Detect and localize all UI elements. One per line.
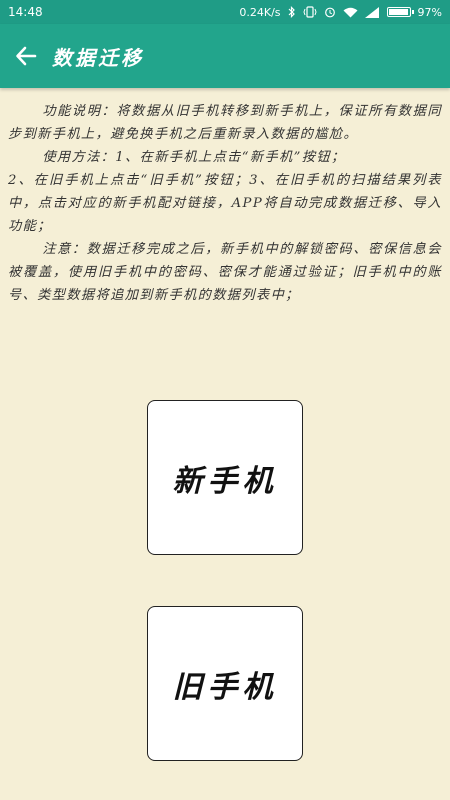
usage-text-1: 使用方法：1、在新手机上点击“新手机”按钮； [42,150,346,165]
arrow-left-icon [16,46,37,66]
vibrate-icon [303,6,317,18]
wifi-icon [343,7,358,17]
status-time: 14:48 [8,5,43,19]
intro-text: 功能说明：将数据从旧手机转移到新手机上，保证所有数据同步到新手机上，避免换手机之… [8,104,442,142]
battery-icon [386,7,414,17]
note-text: 注意：数据迁移完成之后，新手机中的解锁密码、密保信息会被覆盖，使用旧手机中的密码… [8,242,442,303]
network-speed: 0.24K/s [239,5,281,19]
app-bar: 数据迁移 [0,24,450,88]
back-button[interactable] [0,24,52,88]
migration-description: 功能说明：将数据从旧手机转移到新手机上，保证所有数据同步到新手机上，避免换手机之… [8,100,442,307]
page-title: 数据迁移 [52,45,144,70]
status-icons: 0.24K/s 97% [239,6,442,18]
battery-percent: 97% [417,5,442,19]
status-bar: 14:48 0.24K/s 97% [0,0,450,24]
old-phone-button[interactable]: 旧手机 [147,606,303,761]
signal-icon [364,6,379,18]
bluetooth-icon [288,6,295,18]
alarm-icon [324,7,335,18]
new-phone-button[interactable]: 新手机 [147,400,303,555]
usage-text-2: 2、在旧手机上点击“旧手机”按钮；3、在旧手机的扫描结果列表中，点击对应的新手机… [8,173,442,234]
